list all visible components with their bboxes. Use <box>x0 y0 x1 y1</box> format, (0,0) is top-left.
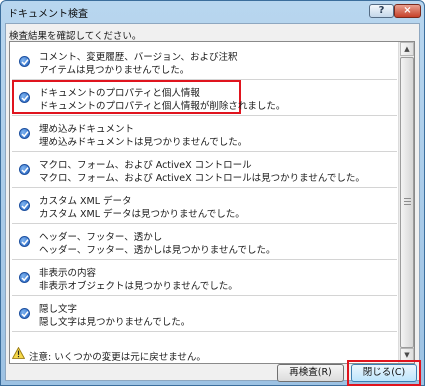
check-icon <box>19 128 30 139</box>
result-title: ヘッダー、フッター、透かし <box>39 232 163 243</box>
grip-line <box>404 201 411 202</box>
result-item-hidden-content: 非表示の内容 非表示オブジェクトは見つかりませんでした。 <box>12 260 397 296</box>
result-detail: マクロ、フォーム、および ActiveX コントロールは見つかりませんでした。 <box>39 173 365 184</box>
result-item-custom-xml: カスタム XML データ カスタム XML データは見つかりませんでした。 <box>12 188 397 224</box>
result-title: 非表示の内容 <box>39 268 97 279</box>
result-item-comments: コメント、変更履歴、バージョン、および注釈 アイテムは見つかりませんでした。 <box>12 44 397 80</box>
result-title: マクロ、フォーム、および ActiveX コントロール <box>39 160 252 171</box>
result-item-embedded: 埋め込みドキュメント 埋め込みドキュメントは見つかりませんでした。 <box>12 116 397 152</box>
result-detail: アイテムは見つかりませんでした。 <box>39 65 190 76</box>
result-title: ドキュメントのプロパティと個人情報 <box>39 88 200 99</box>
result-title: カスタム XML データ <box>39 196 132 207</box>
check-icon <box>19 272 30 283</box>
result-title: コメント、変更履歴、バージョン、および注釈 <box>39 52 238 63</box>
result-detail: 埋め込みドキュメントは見つかりませんでした。 <box>39 137 248 148</box>
check-icon <box>19 164 30 175</box>
grip-line <box>404 204 411 205</box>
result-item-macros: マクロ、フォーム、および ActiveX コントロール マクロ、フォーム、および… <box>12 152 397 188</box>
window-title: ドキュメント検査 <box>8 9 88 20</box>
close-window-button[interactable]: × <box>394 4 421 18</box>
warning-icon <box>11 346 26 362</box>
result-detail: ヘッダー、フッター、透かしは見つかりませんでした。 <box>39 245 276 256</box>
result-detail: 非表示オブジェクトは見つかりませんでした。 <box>39 281 238 292</box>
result-detail: 隠し文字は見つかりませんでした。 <box>39 317 191 328</box>
result-item-header-footer: ヘッダー、フッター、透かし ヘッダー、フッター、透かしは見つかりませんでした。 <box>12 224 397 260</box>
check-icon <box>19 308 30 319</box>
help-button[interactable]: ? <box>369 4 394 18</box>
result-detail: カスタム XML データは見つかりませんでした。 <box>39 209 245 220</box>
scrollbar-thumb[interactable] <box>400 57 414 348</box>
check-icon <box>19 56 30 67</box>
title-bar[interactable]: ドキュメント検査 ? × <box>1 1 424 23</box>
dialog-body: 検査結果を確認してください。 コメント、変更履歴、バージョン、および注釈 アイテ… <box>5 23 421 386</box>
close-button[interactable]: 閉じる(C) <box>351 364 417 382</box>
results-list: コメント、変更履歴、バージョン、および注釈 アイテムは見つかりませんでした。 ド… <box>9 41 415 364</box>
reinspect-button[interactable]: 再検査(R) <box>277 364 344 382</box>
result-item-hidden-text: 隠し文字 隠し文字は見つかりませんでした。 <box>12 296 397 332</box>
result-title: 埋め込みドキュメント <box>39 124 135 135</box>
scroll-up-arrow-icon[interactable]: ▲ <box>400 42 414 56</box>
vertical-scrollbar[interactable]: ▲ ▼ <box>398 42 414 363</box>
result-item-properties: ドキュメントのプロパティと個人情報 ドキュメントのプロパティと個人情報が削除され… <box>12 80 397 116</box>
document-inspector-window: ドキュメント検査 ? × 検査結果を確認してください。 コメント、変更履歴、バー… <box>0 0 425 386</box>
check-icon <box>19 92 30 103</box>
result-detail: ドキュメントのプロパティと個人情報が削除されました。 <box>39 101 286 112</box>
check-icon <box>19 200 30 211</box>
grip-line <box>404 198 411 199</box>
result-title: 隠し文字 <box>39 304 78 315</box>
instruction-text: 検査結果を確認してください。 <box>9 31 142 42</box>
warning-message: 注意: いくつかの変更は元に戻せません。 <box>29 352 206 363</box>
check-icon <box>19 236 30 247</box>
